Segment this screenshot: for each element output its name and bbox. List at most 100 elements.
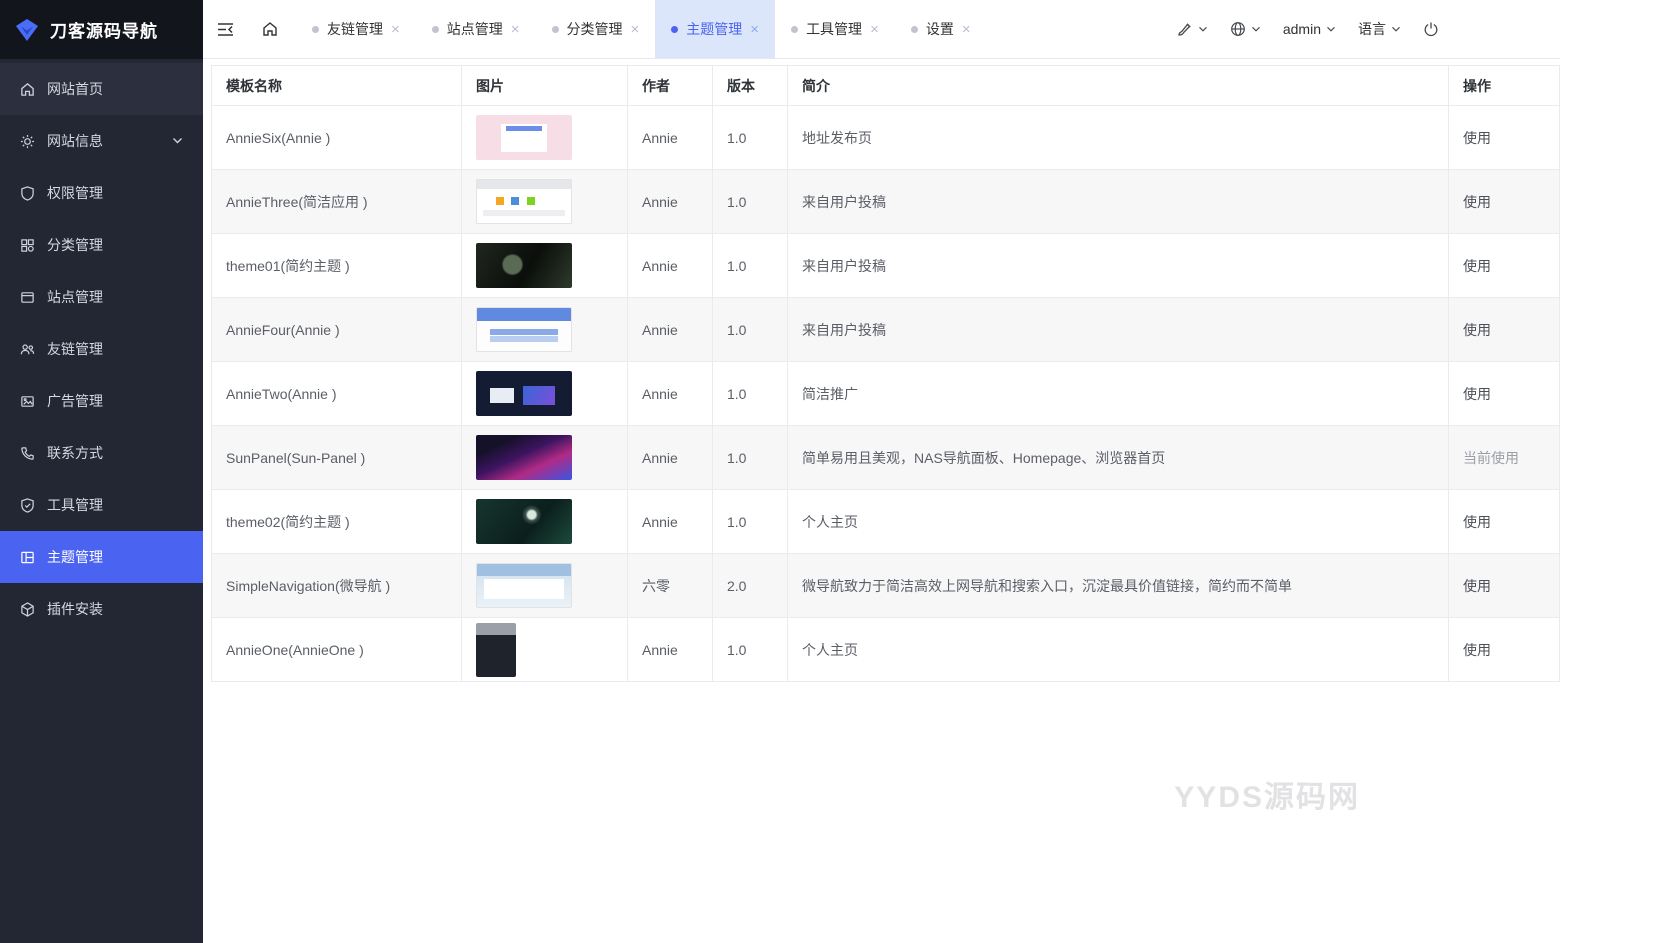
- close-icon[interactable]: ×: [391, 22, 400, 37]
- template-desc: 简单易用且美观，NAS导航面板、Homepage、浏览器首页: [788, 426, 1449, 490]
- sidebar-item-permissions[interactable]: 权限管理: [0, 167, 203, 219]
- use-button[interactable]: 使用: [1463, 322, 1491, 338]
- table-row: AnnieFour(Annie ) Annie 1.0 来自用户投稿 使用: [212, 298, 1560, 362]
- sidebar-item-label: 站点管理: [47, 287, 103, 307]
- tab-dot: [312, 26, 319, 33]
- collapse-sidebar-icon[interactable]: [203, 0, 248, 58]
- tab-label: 设置: [926, 19, 954, 39]
- template-author: Annie: [628, 362, 713, 426]
- template-name: AnnieFour(Annie ): [212, 298, 462, 362]
- current-use-label: 当前使用: [1463, 450, 1519, 466]
- tab-themes[interactable]: 主题管理 ×: [655, 0, 775, 58]
- content: 模板名称 图片 作者 版本 简介 操作 AnnieSix(Annie ) Ann…: [203, 59, 1560, 943]
- use-button[interactable]: 使用: [1463, 194, 1491, 210]
- tab-bar: 友链管理 × 站点管理 × 分类管理 × 主题管理 ×: [296, 0, 987, 58]
- tab-settings[interactable]: 设置 ×: [895, 0, 987, 58]
- sidebar-item-ads[interactable]: 广告管理: [0, 375, 203, 427]
- templates-table: 模板名称 图片 作者 版本 简介 操作 AnnieSix(Annie ) Ann…: [211, 65, 1560, 682]
- use-button[interactable]: 使用: [1463, 386, 1491, 402]
- use-button[interactable]: 使用: [1463, 642, 1491, 658]
- use-button[interactable]: 使用: [1463, 514, 1491, 530]
- col-header-author: 作者: [628, 66, 713, 106]
- template-author: Annie: [628, 234, 713, 298]
- template-desc: 来自用户投稿: [788, 298, 1449, 362]
- home-icon: [20, 82, 35, 97]
- app-logo: 刀客源码导航: [0, 0, 203, 59]
- lock-screen-icon[interactable]: [1412, 0, 1450, 59]
- user-menu[interactable]: admin: [1272, 0, 1347, 59]
- template-thumbnail: [476, 179, 572, 224]
- sidebar-item-themes[interactable]: 主题管理: [0, 531, 203, 583]
- close-icon[interactable]: ×: [631, 22, 640, 37]
- sidebar-item-site-info[interactable]: 网站信息: [0, 115, 203, 167]
- col-header-action: 操作: [1449, 66, 1560, 106]
- tab-label: 主题管理: [686, 19, 742, 39]
- template-thumbnail: [476, 623, 516, 677]
- template-version: 2.0: [713, 554, 788, 618]
- image-icon: [20, 394, 35, 409]
- sidebar-item-tools[interactable]: 工具管理: [0, 479, 203, 531]
- grid-icon: [20, 238, 35, 253]
- template-name: AnnieOne(AnnieOne ): [212, 618, 462, 682]
- tab-categories[interactable]: 分类管理 ×: [536, 0, 656, 58]
- tab-tools[interactable]: 工具管理 ×: [775, 0, 895, 58]
- template-name: SunPanel(Sun-Panel ): [212, 426, 462, 490]
- template-version: 1.0: [713, 298, 788, 362]
- col-header-name: 模板名称: [212, 66, 462, 106]
- template-desc: 微导航致力于简洁高效上网导航和搜索入口，沉淀最具价值链接，简约而不简单: [788, 554, 1449, 618]
- home-icon[interactable]: [248, 0, 292, 58]
- chevron-down-icon: [1198, 26, 1208, 33]
- chevron-down-icon: [1391, 26, 1401, 33]
- use-button[interactable]: 使用: [1463, 578, 1491, 594]
- language-menu[interactable]: 语言: [1347, 0, 1412, 59]
- template-name: theme01(简约主题 ): [212, 234, 462, 298]
- close-icon[interactable]: ×: [511, 22, 520, 37]
- template-author: Annie: [628, 618, 713, 682]
- sidebar-menu: 网站首页 网站信息 权限管理 分类管理 站点管理 友链管理: [0, 59, 203, 635]
- use-button[interactable]: 使用: [1463, 258, 1491, 274]
- tab-dot: [432, 26, 439, 33]
- sidebar-item-label: 联系方式: [47, 443, 103, 463]
- col-header-image: 图片: [462, 66, 628, 106]
- site-link-menu[interactable]: [1219, 0, 1272, 59]
- template-name: AnnieTwo(Annie ): [212, 362, 462, 426]
- template-author: Annie: [628, 490, 713, 554]
- shield-check-icon: [20, 498, 35, 513]
- template-desc: 地址发布页: [788, 106, 1449, 170]
- chevron-down-icon: [1251, 26, 1261, 33]
- close-icon[interactable]: ×: [750, 22, 759, 37]
- template-desc: 来自用户投稿: [788, 170, 1449, 234]
- close-icon[interactable]: ×: [962, 22, 971, 37]
- template-name: SimpleNavigation(微导航 ): [212, 554, 462, 618]
- table-row: AnnieOne(AnnieOne ) Annie 1.0 个人主页 使用: [212, 618, 1560, 682]
- browser-card-icon: [20, 290, 35, 305]
- app-title: 刀客源码导航: [50, 17, 158, 42]
- sidebar-item-categories[interactable]: 分类管理: [0, 219, 203, 271]
- sidebar-item-contact[interactable]: 联系方式: [0, 427, 203, 479]
- sidebar-item-label: 广告管理: [47, 391, 103, 411]
- use-button[interactable]: 使用: [1463, 130, 1491, 146]
- template-version: 1.0: [713, 362, 788, 426]
- close-icon[interactable]: ×: [870, 22, 879, 37]
- skin-switcher[interactable]: [1166, 0, 1219, 59]
- template-thumbnail: [476, 115, 572, 160]
- template-name: AnnieThree(简洁应用 ): [212, 170, 462, 234]
- sidebar-item-label: 友链管理: [47, 339, 103, 359]
- tab-label: 分类管理: [567, 19, 623, 39]
- tab-label: 友链管理: [327, 19, 383, 39]
- sidebar-item-label: 网站信息: [47, 131, 103, 151]
- sidebar-item-sites[interactable]: 站点管理: [0, 271, 203, 323]
- template-version: 1.0: [713, 234, 788, 298]
- sidebar-item-label: 分类管理: [47, 235, 103, 255]
- table-header-row: 模板名称 图片 作者 版本 简介 操作: [212, 66, 1560, 106]
- tab-sites[interactable]: 站点管理 ×: [416, 0, 536, 58]
- sidebar-item-label: 插件安装: [47, 599, 103, 619]
- sidebar-item-friend-links[interactable]: 友链管理: [0, 323, 203, 375]
- sidebar-item-home[interactable]: 网站首页: [0, 63, 203, 115]
- brand-logo-icon: [14, 17, 40, 43]
- main-area: 友链管理 × 站点管理 × 分类管理 × 主题管理 ×: [203, 0, 1560, 943]
- template-author: 六零: [628, 554, 713, 618]
- tab-friend-links[interactable]: 友链管理 ×: [296, 0, 416, 58]
- sidebar-item-plugins[interactable]: 插件安装: [0, 583, 203, 635]
- table-row: AnnieTwo(Annie ) Annie 1.0 简洁推广 使用: [212, 362, 1560, 426]
